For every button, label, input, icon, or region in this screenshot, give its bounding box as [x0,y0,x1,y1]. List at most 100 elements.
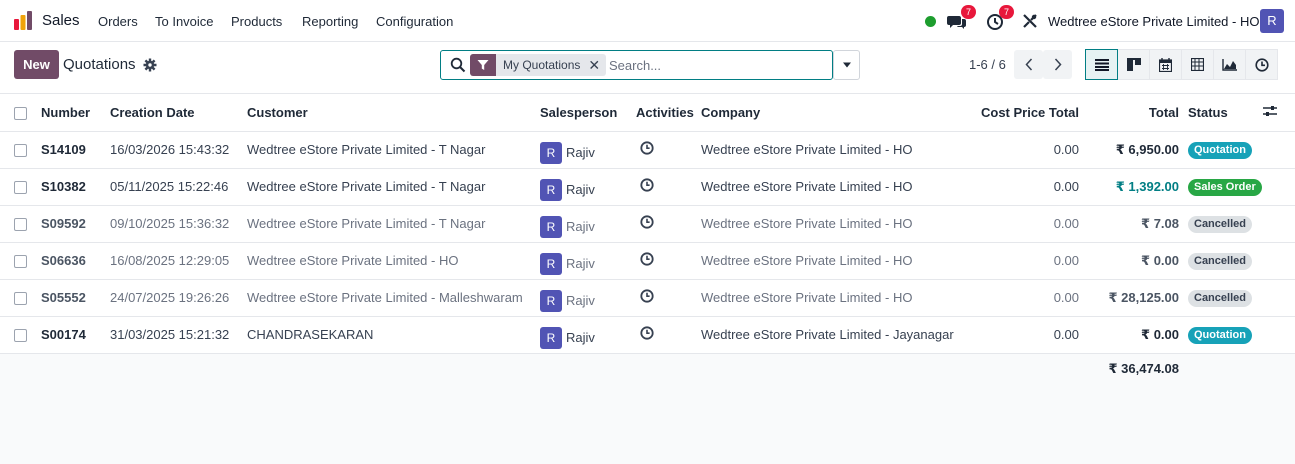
search-bar: My Quotations ✕ [440,50,833,80]
order-total: ₹ 0.00 [1079,242,1179,280]
column-status[interactable]: Status [1179,94,1263,132]
activities-count-badge: 7 [999,5,1014,19]
status-badge: Cancelled [1188,252,1252,270]
calendar-icon [1159,57,1172,72]
top-navbar: Sales Orders To Invoice Products Reporti… [0,0,1295,42]
salesperson-name: Rajiv [566,182,595,197]
menu-reporting[interactable]: Reporting [302,14,358,29]
column-total[interactable]: Total [1079,94,1179,132]
presence-status [925,0,936,42]
filter-icon [470,54,496,76]
messages-count-badge: 7 [961,5,976,19]
activity-view-button[interactable] [1245,49,1278,80]
column-company[interactable]: Company [701,94,975,132]
pager-value[interactable]: 1-6 / 6 [969,57,1006,72]
presence-dot-icon [925,15,936,27]
cost-price-total: 0.00 [975,168,1079,206]
table-row[interactable]: S10382 05/11/2025 15:22:46 Wedtree eStor… [0,168,1295,206]
app-name[interactable]: Sales [42,12,80,29]
row-checkbox[interactable] [14,292,27,306]
creation-date: 09/10/2025 15:36:32 [110,205,247,243]
salesperson-avatar: R [540,215,562,238]
column-number[interactable]: Number [41,94,110,132]
salesperson-name: Rajiv [566,256,595,271]
menu-configuration[interactable]: Configuration [376,14,453,29]
pivot-view-button[interactable] [1181,49,1214,80]
gear-icon[interactable] [143,58,157,72]
activity-clock-icon[interactable] [640,215,654,229]
list-view-button[interactable] [1085,49,1118,80]
customer-name: CHANDRASEKARAN [247,316,540,354]
column-activities[interactable]: Activities [636,94,701,132]
row-checkbox[interactable] [14,329,27,343]
graph-view-button[interactable] [1213,49,1246,80]
list-icon [1094,58,1109,71]
control-panel: New Quotations My Quotations ✕ 1-6 / 6 [0,42,1295,94]
order-number: S14109 [41,131,110,169]
column-cost-price-total[interactable]: Cost Price Total [975,94,1079,132]
row-checkbox[interactable] [14,255,27,269]
activities-button[interactable]: 7 [984,5,1014,32]
status-badge: Cancelled [1188,215,1252,233]
search-options-toggle[interactable] [833,50,860,80]
row-checkbox[interactable] [14,181,27,195]
tools-icon[interactable] [1022,13,1038,29]
status-badge: Sales Order [1188,178,1262,196]
sales-app-icon[interactable] [12,10,34,32]
row-checkbox[interactable] [14,144,27,158]
activity-clock-icon[interactable] [640,178,654,192]
search-icon[interactable] [450,57,466,73]
grand-total: ₹ 36,474.08 [1108,361,1180,377]
activity-clock-icon[interactable] [640,289,654,303]
customer-name: Wedtree eStore Private Limited - T Nagar [247,131,540,169]
table-row[interactable]: S06636 16/08/2025 12:29:05 Wedtree eStor… [0,242,1295,280]
table-row[interactable]: S05552 24/07/2025 19:26:26 Wedtree eStor… [0,279,1295,317]
menu-orders[interactable]: Orders [98,14,138,29]
column-creation-date[interactable]: Creation Date [110,94,247,132]
menu-products[interactable]: Products [231,14,282,29]
menu-to-invoice[interactable]: To Invoice [155,14,214,29]
caret-down-icon [842,62,851,68]
filter-facet-label: My Quotations [503,58,581,72]
customer-name: Wedtree eStore Private Limited - T Nagar [247,168,540,206]
cost-price-total: 0.00 [975,205,1079,243]
creation-date: 31/03/2025 15:21:32 [110,316,247,354]
salesperson-name: Rajiv [566,145,595,160]
column-customer[interactable]: Customer [247,94,540,132]
page-title[interactable]: Quotations [63,56,136,73]
pager-next-button[interactable] [1043,50,1072,79]
order-total: ₹ 6,950.00 [1079,131,1179,169]
chevron-left-icon [1024,58,1032,71]
activity-clock-icon[interactable] [640,141,654,155]
messages-button[interactable]: 7 [946,5,976,32]
remove-facet-icon[interactable]: ✕ [588,54,600,76]
column-salesperson[interactable]: Salesperson [540,94,636,132]
company-name: Wedtree eStore Private Limited - HO [701,168,975,206]
row-checkbox[interactable] [14,218,27,232]
status-badge: Quotation [1188,326,1252,344]
company-name: Wedtree eStore Private Limited - HO [701,205,975,243]
new-button[interactable]: New [14,50,59,79]
order-number: S00174 [41,316,110,354]
select-all-checkbox[interactable] [14,106,27,120]
calendar-view-button[interactable] [1149,49,1182,80]
table-row[interactable]: S14109 16/03/2026 15:43:32 Wedtree eStor… [0,131,1295,169]
optional-columns-icon[interactable] [1263,105,1277,117]
table-header: Number Creation Date Customer Salesperso… [0,94,1295,132]
activity-clock-icon[interactable] [640,326,654,340]
kanban-icon [1126,58,1141,71]
company-name: Wedtree eStore Private Limited - Jayanag… [701,316,975,354]
activity-clock-icon[interactable] [640,252,654,266]
customer-name: Wedtree eStore Private Limited - T Nagar [247,205,540,243]
table-row[interactable]: S00174 31/03/2025 15:21:32 CHANDRASEKARA… [0,316,1295,354]
pager-previous-button[interactable] [1014,50,1043,79]
user-avatar[interactable]: R [1260,9,1284,33]
table-row[interactable]: S09592 09/10/2025 15:36:32 Wedtree eStor… [0,205,1295,243]
salesperson-avatar: R [540,326,562,349]
company-switcher[interactable]: Wedtree eStore Private Limited - HO [1048,14,1259,29]
salesperson-avatar: R [540,178,562,201]
kanban-view-button[interactable] [1117,49,1150,80]
search-input[interactable] [609,55,819,75]
chevron-right-icon [1054,58,1062,71]
order-total: ₹ 28,125.00 [1079,279,1179,317]
